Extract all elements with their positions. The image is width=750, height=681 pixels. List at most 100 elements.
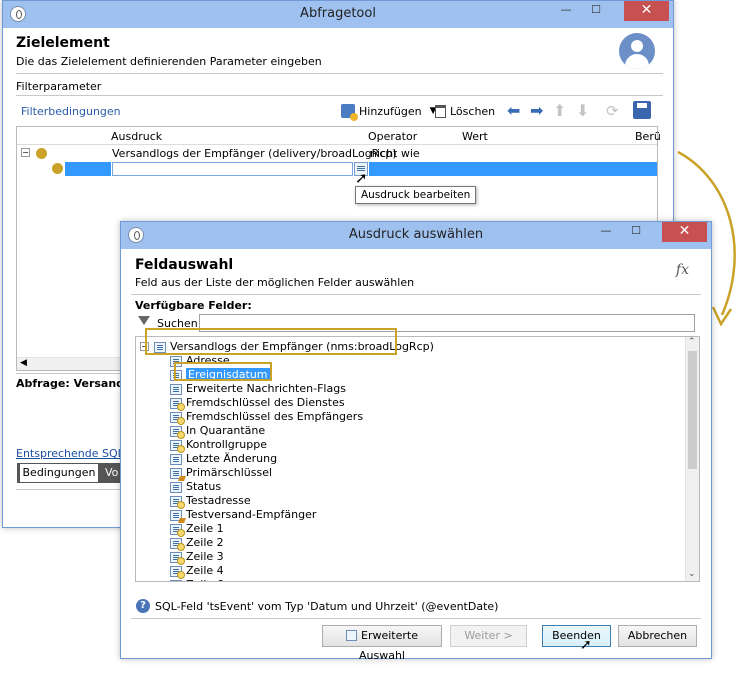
tree-item-label: Primärschlüssel <box>186 466 273 479</box>
tree-item[interactable]: Zeile 2 <box>170 536 224 551</box>
filter-conditions-label: Filterbedingungen <box>21 105 121 118</box>
scroll-up-icon[interactable]: ⌃ <box>688 337 696 347</box>
vertical-scrollbar[interactable]: ⌃ ⌄ <box>685 337 699 581</box>
tree-item-label: Testversand-Empfänger <box>186 508 317 521</box>
table-row-selected[interactable] <box>17 162 657 176</box>
add-icon <box>341 104 358 121</box>
field-info-text: SQL-Feld 'tsEvent' vom Typ 'Datum und Uh… <box>155 600 499 613</box>
divider <box>16 73 663 74</box>
tree-item[interactable]: Testadresse <box>170 494 251 509</box>
condition-dot-icon <box>36 148 47 159</box>
scroll-down-icon[interactable]: ⌄ <box>688 569 696 579</box>
tree-item-label: In Quarantäne <box>186 424 266 437</box>
tree-item-label: Kontrollgruppe <box>186 438 268 451</box>
tree-item-label: Zeile 4 <box>186 564 224 577</box>
finish-button[interactable]: Beenden <box>542 625 611 647</box>
key-field-icon <box>170 440 185 453</box>
tree-item[interactable]: Zeile 1 <box>170 522 224 537</box>
close-button[interactable]: ✕ <box>662 222 707 242</box>
mouse-cursor-icon: ➚ <box>580 637 592 653</box>
help-icon: ? <box>136 599 150 613</box>
next-button[interactable]: Weiter > <box>450 625 527 647</box>
grid-header: Ausdruck Operator Wert Berü <box>17 127 661 145</box>
delete-button[interactable]: Löschen <box>435 102 495 120</box>
divider <box>131 294 701 295</box>
key-field-icon <box>170 398 185 411</box>
tree-item-label: Zeile 6 <box>186 578 224 581</box>
table-row[interactable]: − Versandlogs der Empfänger (delivery/br… <box>17 146 657 161</box>
key-field-icon <box>170 412 185 425</box>
arrow-up-icon[interactable]: ⬆ <box>553 102 571 120</box>
mouse-cursor-icon: ➚ <box>355 169 368 187</box>
column-header[interactable]: Berü <box>635 130 661 143</box>
tree-item[interactable]: Zeile 4 <box>170 564 224 579</box>
tree-item[interactable]: Kontrollgruppe <box>170 438 268 453</box>
collapse-icon[interactable]: − <box>21 148 30 157</box>
selected-field-highlight <box>174 362 272 381</box>
expression-input[interactable] <box>112 162 353 176</box>
key-field-icon <box>170 496 185 509</box>
arrow-left-icon[interactable]: ⬅ <box>507 102 525 120</box>
tree-item-label: Fremdschlüssel des Dienstes <box>186 396 345 409</box>
advanced-selection-button[interactable]: Erweiterte Auswahl <box>322 625 442 662</box>
minimize-button[interactable]: — <box>593 222 619 242</box>
arrow-right-icon[interactable]: ➡ <box>530 102 548 120</box>
tree-item-label: Zeile 2 <box>186 536 224 549</box>
selection-bar <box>65 162 111 176</box>
tree-item[interactable]: Status <box>170 480 221 494</box>
scroll-left-icon[interactable]: ◀ <box>20 358 27 368</box>
section-label: Filterparameter <box>16 80 102 93</box>
key-field-icon <box>170 538 185 551</box>
tree-item[interactable]: Fremdschlüssel des Dienstes <box>170 396 345 411</box>
arrow-down-icon[interactable]: ⬇ <box>576 102 594 120</box>
scroll-thumb[interactable] <box>688 351 697 469</box>
tree-item[interactable]: Zeile 6 <box>170 578 224 581</box>
tree-item[interactable]: In Quarantäne <box>170 424 266 439</box>
tree-item-label: Fremdschlüssel des Empfängers <box>186 410 364 423</box>
page-subtitle: Die das Zielelement definierenden Parame… <box>16 55 322 68</box>
tree-item-label: Zeile 1 <box>186 522 224 535</box>
title-bar[interactable]: Abfragetool — ☐ ✕ <box>3 1 673 28</box>
field-icon <box>170 454 182 465</box>
tree-item-label: Status <box>186 480 222 493</box>
add-label: Hinzufügen <box>359 104 422 118</box>
row-operator: nicht wie <box>370 147 420 160</box>
refresh-icon[interactable]: ⟳ <box>606 102 624 120</box>
minimize-button[interactable]: — <box>553 1 579 21</box>
dialog-subtitle: Feld aus der Liste der möglichen Felder … <box>135 276 415 289</box>
tree-item[interactable]: Testversand-Empfänger <box>170 508 316 522</box>
column-header[interactable]: Wert <box>462 130 488 143</box>
available-fields-label: Verfügbare Felder: <box>135 299 252 312</box>
maximize-button[interactable]: ☐ <box>623 222 649 242</box>
tree-item[interactable]: Letzte Änderung <box>170 452 277 466</box>
function-icon[interactable]: fx <box>676 262 689 278</box>
add-button[interactable]: Hinzufügen ▼ <box>341 102 437 121</box>
key-field-icon <box>170 552 185 565</box>
cancel-button[interactable]: Abbrechen <box>618 625 697 647</box>
close-button[interactable]: ✕ <box>624 1 669 21</box>
tree-item[interactable]: Zeile 3 <box>170 550 224 565</box>
column-header[interactable]: Ausdruck <box>111 130 162 143</box>
tree-item[interactable]: Primärschlüssel <box>170 466 272 480</box>
tab-conditions[interactable]: Bedingungen <box>17 463 99 483</box>
link-field-icon <box>170 510 182 521</box>
title-bar[interactable]: Ausdruck auswählen — ☐ ✕ <box>121 222 711 249</box>
row-expression: Versandlogs der Empfänger (delivery/broa… <box>112 147 397 160</box>
divider <box>16 95 663 96</box>
delete-label: Löschen <box>450 104 496 118</box>
selection-bar <box>369 162 657 176</box>
key-field-icon <box>170 524 185 537</box>
save-icon[interactable] <box>633 101 651 119</box>
tree-items: Adresse Ereignisdatum Erweiterte Nachricht… <box>170 354 690 581</box>
tree-item-label: Testadresse <box>186 494 251 507</box>
advanced-selection-label: Erweiterte Auswahl <box>359 629 418 662</box>
tab-label: Vo <box>105 466 119 479</box>
tree-item[interactable]: Fremdschlüssel des Empfängers <box>170 410 364 425</box>
maximize-button[interactable]: ☐ <box>583 1 609 21</box>
tree-item[interactable]: Erweiterte Nachrichten-Flags <box>170 382 346 396</box>
column-header[interactable]: Operator <box>368 130 417 143</box>
link-field-icon <box>170 468 182 479</box>
key-field-icon <box>170 580 182 581</box>
field-selection-dialog: Ausdruck auswählen — ☐ ✕ Feldauswahl Fel… <box>120 221 712 662</box>
tab-label: Bedingungen <box>22 466 96 479</box>
